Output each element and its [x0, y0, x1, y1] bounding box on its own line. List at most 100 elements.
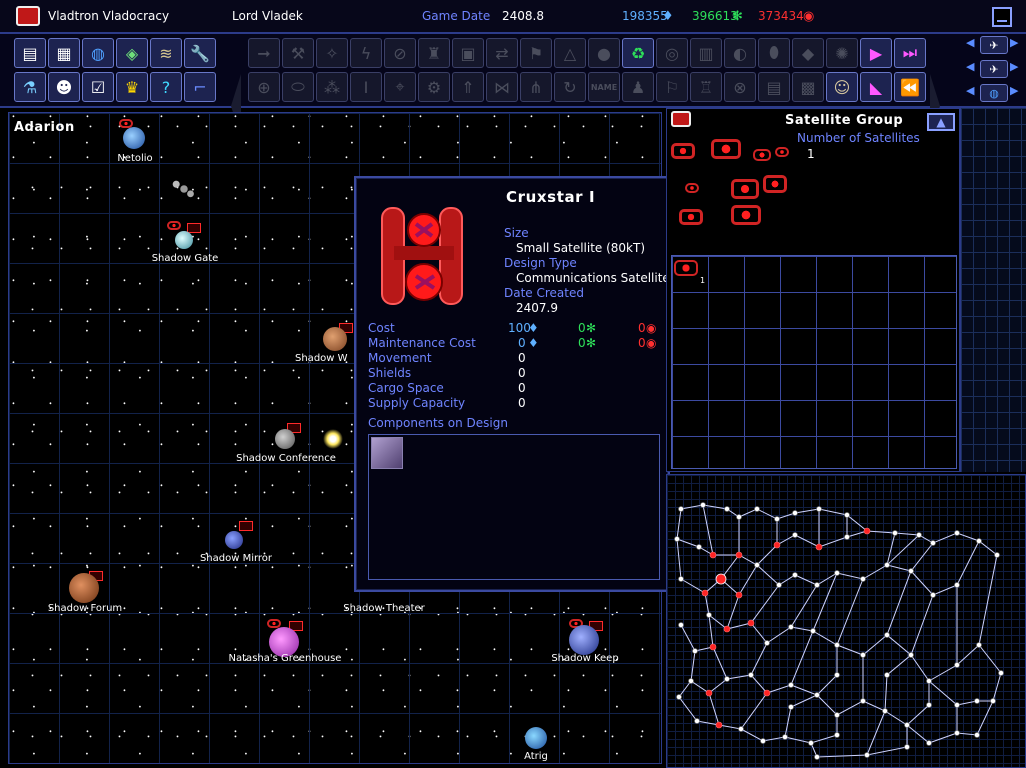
triangle-icon[interactable]: △: [554, 38, 586, 68]
cost-organics: 0: [578, 321, 586, 335]
flask-icon[interactable]: ⚗: [14, 72, 46, 102]
fleet-icon[interactable]: ♜: [418, 38, 450, 68]
report-icon[interactable]: ▤: [14, 38, 46, 68]
canister-icon[interactable]: ▤: [758, 72, 790, 102]
asteroid-icon[interactable]: ◆: [792, 38, 824, 68]
satellite-icon[interactable]: [671, 143, 695, 159]
planet-view-icon[interactable]: ◍: [980, 84, 1008, 102]
minerals-icon: ♦: [528, 336, 539, 350]
vehicle-icon[interactable]: ▩: [792, 72, 824, 102]
nav-right-2-icon[interactable]: ▶: [1010, 60, 1024, 78]
satellite-icon[interactable]: [753, 149, 771, 161]
next-turn-icon[interactable]: ⏭: [894, 38, 926, 68]
satellite-icon[interactable]: [685, 183, 699, 193]
components-grid[interactable]: [368, 434, 660, 580]
satellite-icon[interactable]: [731, 205, 761, 225]
ship-view-icon[interactable]: ✈: [980, 36, 1008, 54]
cycle-icon[interactable]: ↻: [554, 72, 586, 102]
planet-shadow-w[interactable]: [323, 327, 347, 351]
empire-emblem-icon[interactable]: [16, 6, 40, 26]
flag-icon[interactable]: ⚑: [520, 38, 552, 68]
galaxy-network-map[interactable]: [667, 475, 1025, 767]
satellite-icon[interactable]: [731, 179, 759, 199]
transfer-icon[interactable]: ⇄: [486, 38, 518, 68]
satellite-icon[interactable]: [775, 147, 789, 157]
globe-icon[interactable]: ◍: [82, 38, 114, 68]
pipe-icon[interactable]: ⌐: [184, 72, 216, 102]
sphere-icon[interactable]: ●: [588, 38, 620, 68]
current-system-marker-icon[interactable]: [715, 573, 727, 585]
launch-icon[interactable]: ⇑: [452, 72, 484, 102]
cost-label: Cost: [368, 321, 395, 335]
system-name: Adarion: [14, 120, 75, 135]
compass-icon[interactable]: ◐: [724, 38, 756, 68]
recycle-icon[interactable]: ♻: [622, 38, 654, 68]
planet-shadow-conference[interactable]: [275, 429, 295, 449]
satellite-icon[interactable]: [711, 139, 741, 159]
beacon-icon[interactable]: ♟: [622, 72, 654, 102]
planet-shadow-gate[interactable]: [175, 231, 193, 249]
cargo-slot-count: 1: [700, 276, 706, 285]
fast-forward-icon[interactable]: ◣: [860, 72, 892, 102]
alien-icon[interactable]: ☻: [48, 72, 80, 102]
probe-icon[interactable]: ⊗: [724, 72, 756, 102]
minimize-button[interactable]: [992, 7, 1012, 27]
map-icon[interactable]: ◈: [116, 38, 148, 68]
swirl-icon[interactable]: ✺: [826, 38, 858, 68]
planet-label: Natasha's Greenhouse: [228, 653, 342, 664]
nav-left-2-icon[interactable]: ◀: [966, 60, 980, 78]
checklist-icon[interactable]: ☑: [82, 72, 114, 102]
maint-minerals: 0: [518, 336, 526, 350]
name-button[interactable]: NAME: [588, 72, 620, 102]
nav-left-3-icon[interactable]: ◀: [966, 84, 980, 102]
attack-icon[interactable]: ✧: [316, 38, 348, 68]
planet-atrig[interactable]: [525, 727, 547, 749]
nav-right-1-icon[interactable]: ▶: [1010, 36, 1024, 54]
nav-right-3-icon[interactable]: ▶: [1010, 84, 1024, 102]
galaxy-minimap[interactable]: [666, 474, 1026, 768]
collapse-button[interactable]: ▲: [927, 113, 955, 131]
target-icon[interactable]: ◎: [656, 38, 688, 68]
formation-icon[interactable]: ⁂: [316, 72, 348, 102]
play-icon[interactable]: ▶: [860, 38, 892, 68]
crown-icon[interactable]: ♛: [116, 72, 148, 102]
broom-icon[interactable]: ⚐: [656, 72, 688, 102]
cancel-icon[interactable]: ⊘: [384, 38, 416, 68]
pursue-icon[interactable]: ⚒: [282, 38, 314, 68]
nav-left-1-icon[interactable]: ◀: [966, 36, 980, 54]
planet-shadow-keep[interactable]: [569, 625, 599, 655]
pod-icon[interactable]: ⬮: [758, 38, 790, 68]
cargo-satellite-icon[interactable]: [674, 260, 698, 276]
cost-radioactives: 0: [638, 321, 646, 335]
cargo-icon[interactable]: ▣: [452, 38, 484, 68]
orbit-icon[interactable]: ⊕: [248, 72, 280, 102]
lightning-icon[interactable]: ϟ: [350, 38, 382, 68]
planet-label: Shadow Forum: [47, 603, 123, 614]
mine-icon[interactable]: ♖: [690, 72, 722, 102]
asteroid-field-icon[interactable]: [171, 177, 197, 201]
saucer-icon[interactable]: ⬭: [282, 72, 314, 102]
scan-icon[interactable]: ⌖: [384, 72, 416, 102]
merge-icon[interactable]: ⋈: [486, 72, 518, 102]
planet-shadow-forum[interactable]: [69, 573, 99, 603]
star-icon[interactable]: [323, 429, 343, 449]
stack-icon[interactable]: ▥: [690, 38, 722, 68]
move-icon[interactable]: ➞: [248, 38, 280, 68]
ship-marker-icon[interactable]: [167, 221, 181, 230]
satellite-icon[interactable]: [763, 175, 787, 193]
satellite-icon[interactable]: [679, 209, 703, 225]
ships-icon[interactable]: ≋: [150, 38, 182, 68]
construct-icon[interactable]: ⚙: [418, 72, 450, 102]
portrait-icon[interactable]: ☺: [826, 72, 858, 102]
pillar-icon[interactable]: Ⅰ: [350, 72, 382, 102]
cargo-grid[interactable]: 1: [671, 255, 957, 469]
planet-netolio[interactable]: [123, 127, 145, 149]
planet-shadow-mirror[interactable]: [225, 531, 243, 549]
rewind-icon[interactable]: ⏪: [894, 72, 926, 102]
circuit-icon[interactable]: ▦: [48, 38, 80, 68]
help-icon[interactable]: ?: [150, 72, 182, 102]
component-slot-icon[interactable]: [371, 437, 403, 469]
split-icon[interactable]: ⋔: [520, 72, 552, 102]
fleet-view-icon[interactable]: ✈: [980, 60, 1008, 78]
wrench-icon[interactable]: 🔧: [184, 38, 216, 68]
